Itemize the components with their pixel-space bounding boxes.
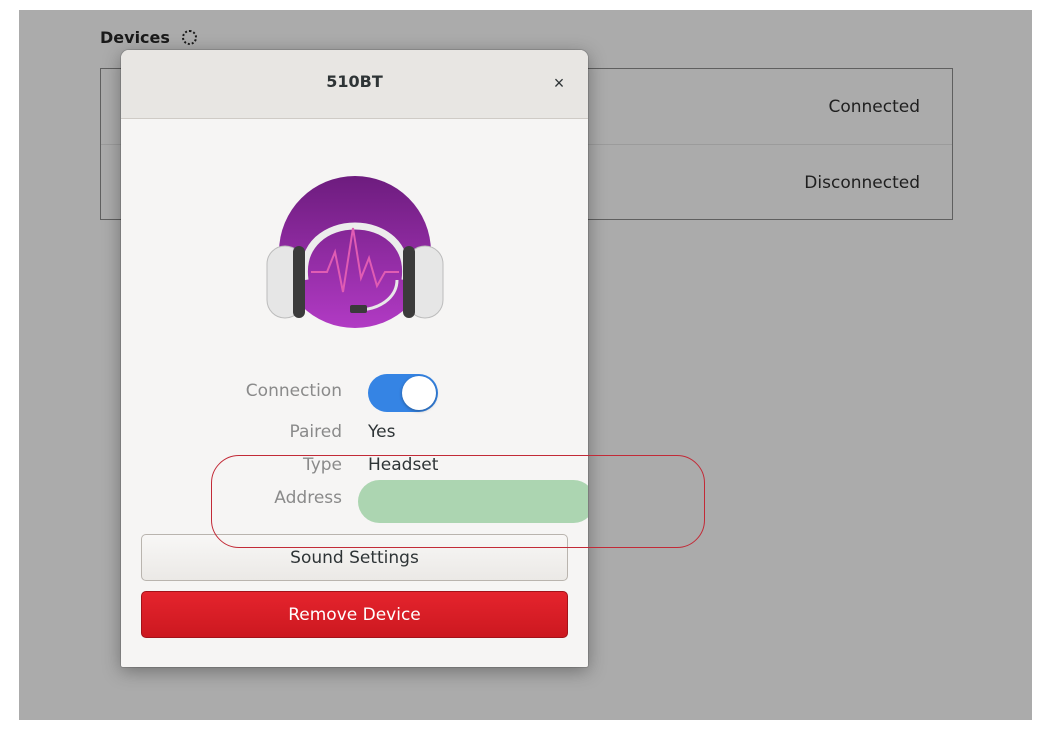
address-label: Address xyxy=(274,488,342,508)
sound-settings-button[interactable]: Sound Settings xyxy=(141,534,568,581)
device-status: Disconnected xyxy=(804,173,920,193)
headset-icon xyxy=(266,176,444,328)
type-value: Headset xyxy=(368,455,439,475)
type-label: Type xyxy=(302,455,342,475)
devices-title: Devices xyxy=(100,28,170,47)
toggle-knob xyxy=(402,376,436,410)
device-status: Connected xyxy=(828,96,920,117)
devices-header: Devices xyxy=(100,28,197,47)
paired-label: Paired xyxy=(289,422,343,442)
dialog-titlebar: 510BT × xyxy=(121,50,588,119)
close-icon[interactable]: × xyxy=(546,70,572,96)
address-redacted xyxy=(358,480,588,523)
dialog-title: 510BT xyxy=(326,72,383,91)
device-dialog: 510BT × Connection Paired Yes Type Heads… xyxy=(121,50,588,667)
connection-label: Connection xyxy=(245,381,342,401)
spinner-icon xyxy=(181,30,197,45)
connection-toggle[interactable] xyxy=(368,374,438,412)
paired-value: Yes xyxy=(368,422,396,442)
remove-device-button[interactable]: Remove Device xyxy=(141,591,568,638)
